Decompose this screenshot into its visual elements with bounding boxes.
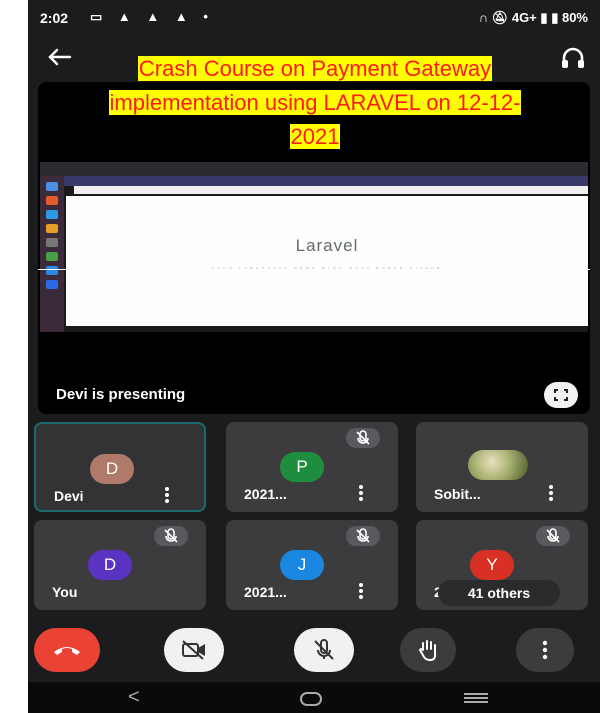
participant-name: 2021... <box>244 584 287 600</box>
shared-screen-dock <box>40 176 64 332</box>
dock-app-icon <box>46 252 58 261</box>
more-options-icon[interactable] <box>358 484 364 502</box>
dock-app-icon <box>46 210 58 219</box>
participant-tile[interactable]: D You <box>34 520 206 610</box>
dock-app-icon <box>46 196 58 205</box>
status-time: 2:02 <box>40 10 69 26</box>
network-label: 4G+ <box>511 10 537 25</box>
avatar: D <box>90 454 134 484</box>
nav-recent-apps-icon[interactable] <box>464 693 488 703</box>
hand-icon <box>418 640 437 662</box>
more-options-icon[interactable] <box>164 486 170 504</box>
mic-off-icon <box>314 639 334 660</box>
mic-off-icon <box>536 526 570 546</box>
participant-tile[interactable]: Sobit... <box>416 422 588 512</box>
nav-back-icon[interactable]: < <box>128 686 140 709</box>
more-options-icon[interactable] <box>358 582 364 600</box>
camera-off-icon <box>182 640 205 660</box>
avatar: Y <box>470 550 514 580</box>
others-count-button[interactable]: 41 others <box>438 580 560 606</box>
more-options-icon[interactable] <box>548 484 554 502</box>
headset-status-icon: ∩ <box>478 10 489 25</box>
dock-app-icon <box>46 280 58 289</box>
dock-app-icon <box>46 238 58 247</box>
title-line-1: Crash Course on Payment Gateway <box>137 56 493 81</box>
shared-screen: Laravel DOCS LARACASTS NEWS BLOG NOVA FO… <box>40 162 588 332</box>
mic-off-icon <box>154 526 188 546</box>
avatar: D <box>88 550 132 580</box>
shared-screen-tabs <box>40 176 588 186</box>
battery-percent: 80% <box>561 10 588 25</box>
participant-tile[interactable]: Y 20 41 others <box>416 520 588 610</box>
shared-screen-urlbar <box>74 186 588 194</box>
avatar-photo <box>468 450 528 480</box>
dock-app-icon <box>46 224 58 233</box>
shared-browser-page: Laravel DOCS LARACASTS NEWS BLOG NOVA FO… <box>66 196 588 326</box>
shared-screen-topbar <box>40 162 588 176</box>
avatar: P <box>280 452 324 482</box>
battery-icon: ▮ <box>551 10 559 25</box>
phone-screen: 2:02 ▭ ▲ ▲ ▲ • ∩ 🔕︎ 4G+ ▮ ▮ 80% Laravel … <box>28 0 600 713</box>
participant-name: Sobit... <box>434 486 481 502</box>
dock-app-icon <box>46 266 58 275</box>
signal-icon: ▮ <box>540 10 548 25</box>
participant-name: Devi <box>54 488 84 504</box>
dock-app-icon <box>46 182 58 191</box>
title-line-2: implementation using LARAVEL on 12-12- <box>108 90 522 115</box>
participant-tile[interactable]: J 2021... <box>226 520 398 610</box>
more-options-button[interactable] <box>516 628 574 672</box>
participant-tile[interactable]: D Devi <box>34 422 206 512</box>
participant-name: 2021... <box>244 486 287 502</box>
mute-status-icon: 🔕︎ <box>491 10 509 25</box>
fullscreen-button[interactable] <box>544 382 578 408</box>
avatar: J <box>280 550 324 580</box>
fullscreen-icon <box>554 389 568 401</box>
camera-toggle-button[interactable] <box>164 628 224 672</box>
title-overlay: Crash Course on Payment Gateway implemen… <box>60 52 570 154</box>
participant-tile[interactable]: P 2021... <box>226 422 398 512</box>
phone-hangup-icon <box>54 647 80 655</box>
raise-hand-button[interactable] <box>400 628 456 672</box>
title-line-3: 2021 <box>289 124 341 149</box>
notification-icons: ▭ ▲ ▲ ▲ • <box>90 9 214 24</box>
mic-off-icon <box>346 428 380 448</box>
laravel-heading: Laravel <box>295 236 359 255</box>
participant-name: You <box>52 584 78 600</box>
end-call-button[interactable] <box>34 628 100 672</box>
mic-toggle-button[interactable] <box>294 628 354 672</box>
navigation-bar: < <box>28 682 600 713</box>
status-right: ∩ 🔕︎ 4G+ ▮ ▮ 80% <box>479 10 588 26</box>
presenter-label: Devi is presenting <box>56 386 186 403</box>
title-overlay-divider <box>38 269 590 270</box>
status-bar: 2:02 ▭ ▲ ▲ ▲ • ∩ 🔕︎ 4G+ ▮ ▮ 80% <box>28 0 600 38</box>
more-vert-icon <box>542 640 548 660</box>
mic-off-icon <box>346 526 380 546</box>
nav-home-icon[interactable] <box>300 692 322 706</box>
